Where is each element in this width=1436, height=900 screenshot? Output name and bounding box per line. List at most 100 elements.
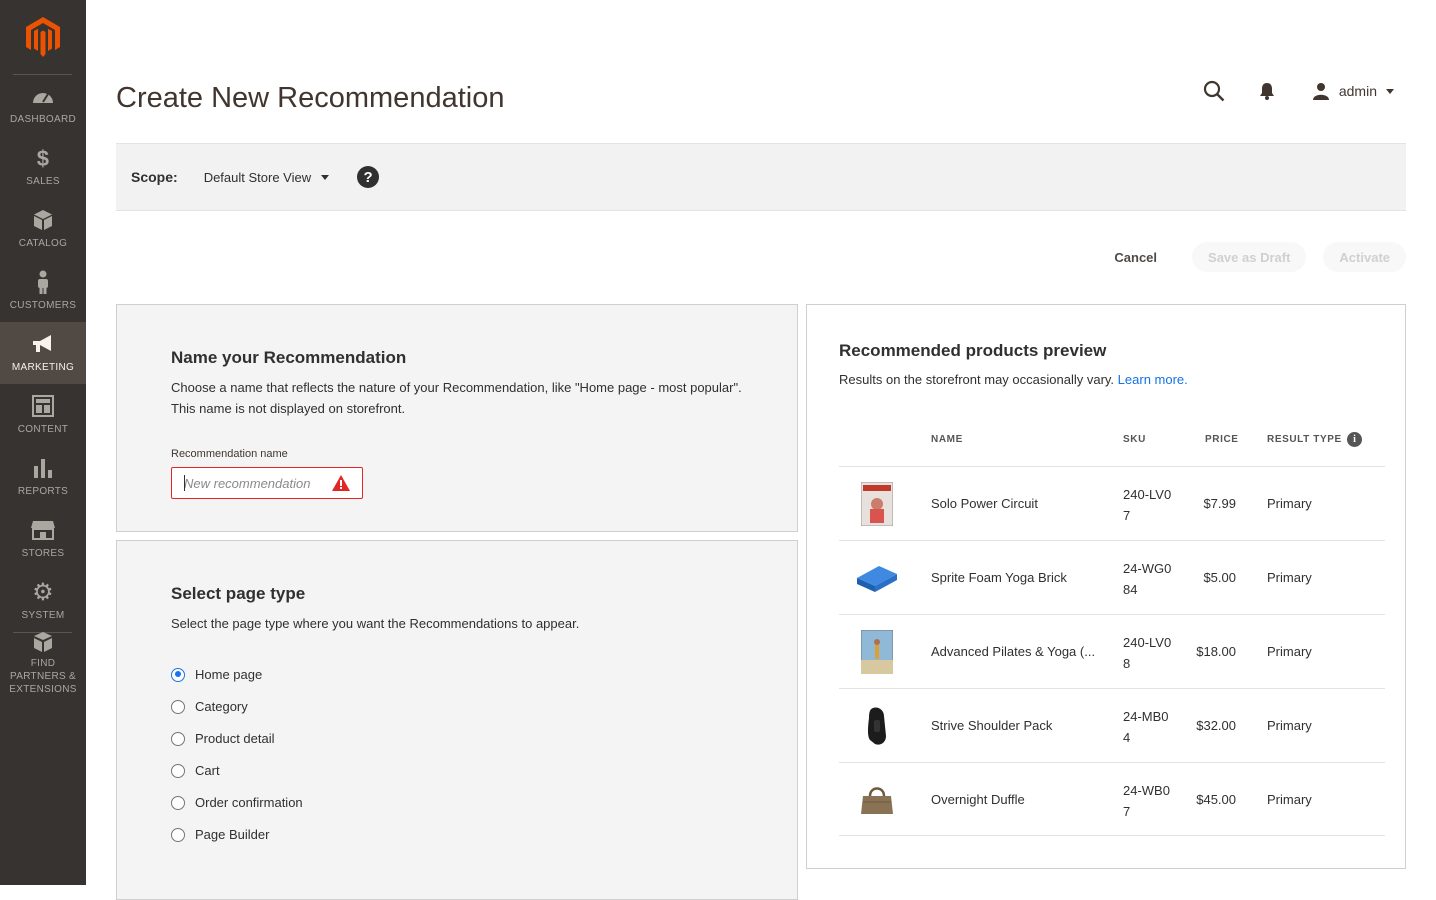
dollar-icon: $ xyxy=(36,145,50,171)
store-icon xyxy=(30,517,56,543)
radio-button-selected[interactable] xyxy=(171,667,185,682)
info-icon[interactable]: i xyxy=(1347,432,1362,447)
help-icon[interactable]: ? xyxy=(357,166,380,188)
radio-order-confirmation[interactable]: Order confirmation xyxy=(171,795,303,810)
product-price: $18.00 xyxy=(1196,644,1236,659)
description-line: Choose a name that reflects the nature o… xyxy=(171,380,742,395)
preview-subtitle-text: Results on the storefront may occasional… xyxy=(839,372,1115,387)
save-draft-button[interactable]: Save as Draft xyxy=(1192,242,1307,272)
sidebar-item-system[interactable]: ⚙ SYSTEM xyxy=(0,570,86,632)
sidebar-item-label: DASHBOARD xyxy=(9,114,77,125)
search-icon[interactable] xyxy=(1201,78,1227,104)
magento-logo[interactable] xyxy=(0,0,86,74)
main-content: Create New Recommendation admin Scope: D… xyxy=(116,0,1406,900)
sidebar-item-catalog[interactable]: CATALOG xyxy=(0,198,86,260)
bell-icon[interactable] xyxy=(1254,78,1280,104)
radio-button[interactable] xyxy=(171,763,185,778)
warning-icon xyxy=(332,475,350,494)
sidebar-item-stores[interactable]: STORES xyxy=(0,508,86,570)
page-type-panel: Select page type Select the page type wh… xyxy=(116,540,798,900)
table-row: Advanced Pilates & Yoga (... 240-LV08 $1… xyxy=(839,614,1385,688)
sidebar-item-content[interactable]: CONTENT xyxy=(0,384,86,446)
sidebar-item-find-partners[interactable]: FIND PARTNERS & EXTENSIONS xyxy=(0,632,86,704)
product-price: $5.00 xyxy=(1203,570,1236,585)
radio-label: Order confirmation xyxy=(195,795,303,810)
sidebar-item-dashboard[interactable]: DASHBOARD xyxy=(0,74,86,136)
table-row: Overnight Duffle 24-WB07 $45.00 Primary xyxy=(839,762,1385,836)
product-thumbnail xyxy=(855,555,899,601)
radio-label: Home page xyxy=(195,667,263,682)
header-actions: admin xyxy=(1201,78,1394,104)
result-type: Primary xyxy=(1267,570,1312,585)
person-icon xyxy=(30,269,56,295)
radio-product-detail[interactable]: Product detail xyxy=(171,731,275,746)
table-row: Sprite Foam Yoga Brick 24-WG084 $5.00 Pr… xyxy=(839,540,1385,614)
page-title: Create New Recommendation xyxy=(116,82,505,114)
product-thumbnail xyxy=(855,777,899,823)
dashboard-icon xyxy=(30,83,56,109)
sidebar-item-customers[interactable]: CUSTOMERS xyxy=(0,260,86,322)
product-name: Advanced Pilates & Yoga (... xyxy=(931,644,1096,659)
sidebar-item-reports[interactable]: REPORTS xyxy=(0,446,86,508)
admin-sidebar: DASHBOARD $ SALES CATALOG CUSTOMERS MARK… xyxy=(0,0,86,885)
cube-icon xyxy=(30,207,56,233)
chevron-down-icon xyxy=(1386,88,1394,94)
text-cursor xyxy=(184,475,185,491)
scope-bar: Scope: Default Store View ? xyxy=(116,144,1406,211)
radio-label: Cart xyxy=(195,763,220,778)
radio-label: Page Builder xyxy=(195,827,270,842)
radio-button[interactable] xyxy=(171,699,185,714)
column-header-name[interactable]: NAME xyxy=(931,434,963,445)
sidebar-item-sales[interactable]: $ SALES xyxy=(0,136,86,198)
result-type: Primary xyxy=(1267,644,1312,659)
user-icon xyxy=(1312,83,1329,100)
result-type: Primary xyxy=(1267,792,1312,807)
admin-username: admin xyxy=(1338,83,1377,99)
sidebar-item-label: STORES xyxy=(21,548,65,559)
sidebar-item-marketing[interactable]: MARKETING xyxy=(0,322,86,384)
megaphone-icon xyxy=(30,331,56,357)
page-type-title: Select page type xyxy=(171,584,306,603)
result-type: Primary xyxy=(1267,718,1312,733)
scope-value: Default Store View xyxy=(203,169,312,185)
learn-more-link[interactable]: Learn more. xyxy=(1118,372,1188,387)
radio-cart[interactable]: Cart xyxy=(171,763,220,778)
product-sku: 240-LV08 xyxy=(1123,635,1172,671)
chevron-down-icon xyxy=(321,174,330,180)
recommendation-name-label: Recommendation name xyxy=(171,448,288,460)
bar-chart-icon xyxy=(30,455,56,481)
recommendation-name-input[interactable]: New recommendation xyxy=(171,467,363,499)
activate-button[interactable]: Activate xyxy=(1323,242,1406,272)
column-header-price[interactable]: PRICE xyxy=(1205,434,1239,445)
radio-home-page[interactable]: Home page xyxy=(171,667,262,682)
product-price: $7.99 xyxy=(1203,496,1236,511)
product-thumbnail xyxy=(855,481,899,527)
sidebar-item-label: CONTENT xyxy=(17,424,69,435)
sidebar-item-label: FIND PARTNERS & EXTENSIONS xyxy=(9,658,77,695)
product-name: Strive Shoulder Pack xyxy=(931,718,1053,733)
layout-icon xyxy=(30,393,56,419)
column-header-result-type[interactable]: RESULT TYPE xyxy=(1267,434,1342,445)
radio-button[interactable] xyxy=(171,731,185,746)
product-name: Solo Power Circuit xyxy=(931,496,1038,511)
product-name: Overnight Duffle xyxy=(931,792,1025,807)
scope-select[interactable]: Default Store View xyxy=(203,169,330,185)
radio-page-builder[interactable]: Page Builder xyxy=(171,827,269,842)
product-price: $32.00 xyxy=(1196,718,1236,733)
sidebar-item-label: CUSTOMERS xyxy=(9,300,77,311)
action-buttons: Cancel Save as Draft Activate xyxy=(1114,242,1406,272)
radio-button[interactable] xyxy=(171,795,185,810)
preview-subtitle: Results on the storefront may occasional… xyxy=(839,372,1188,387)
product-sku: 24-WG084 xyxy=(1123,561,1172,597)
cancel-button[interactable]: Cancel xyxy=(1114,250,1157,265)
sidebar-item-label: CATALOG xyxy=(18,238,68,249)
admin-user-menu[interactable]: admin xyxy=(1312,82,1394,100)
sidebar-item-label: SALES xyxy=(26,176,60,187)
radio-button[interactable] xyxy=(171,827,185,842)
column-header-sku[interactable]: SKU xyxy=(1123,434,1146,445)
page-type-description: Select the page type where you want the … xyxy=(171,616,580,631)
radio-category[interactable]: Category xyxy=(171,699,248,714)
input-placeholder: New recommendation xyxy=(184,475,311,491)
product-sku: 240-LV07 xyxy=(1123,487,1172,523)
result-type: Primary xyxy=(1267,496,1312,511)
